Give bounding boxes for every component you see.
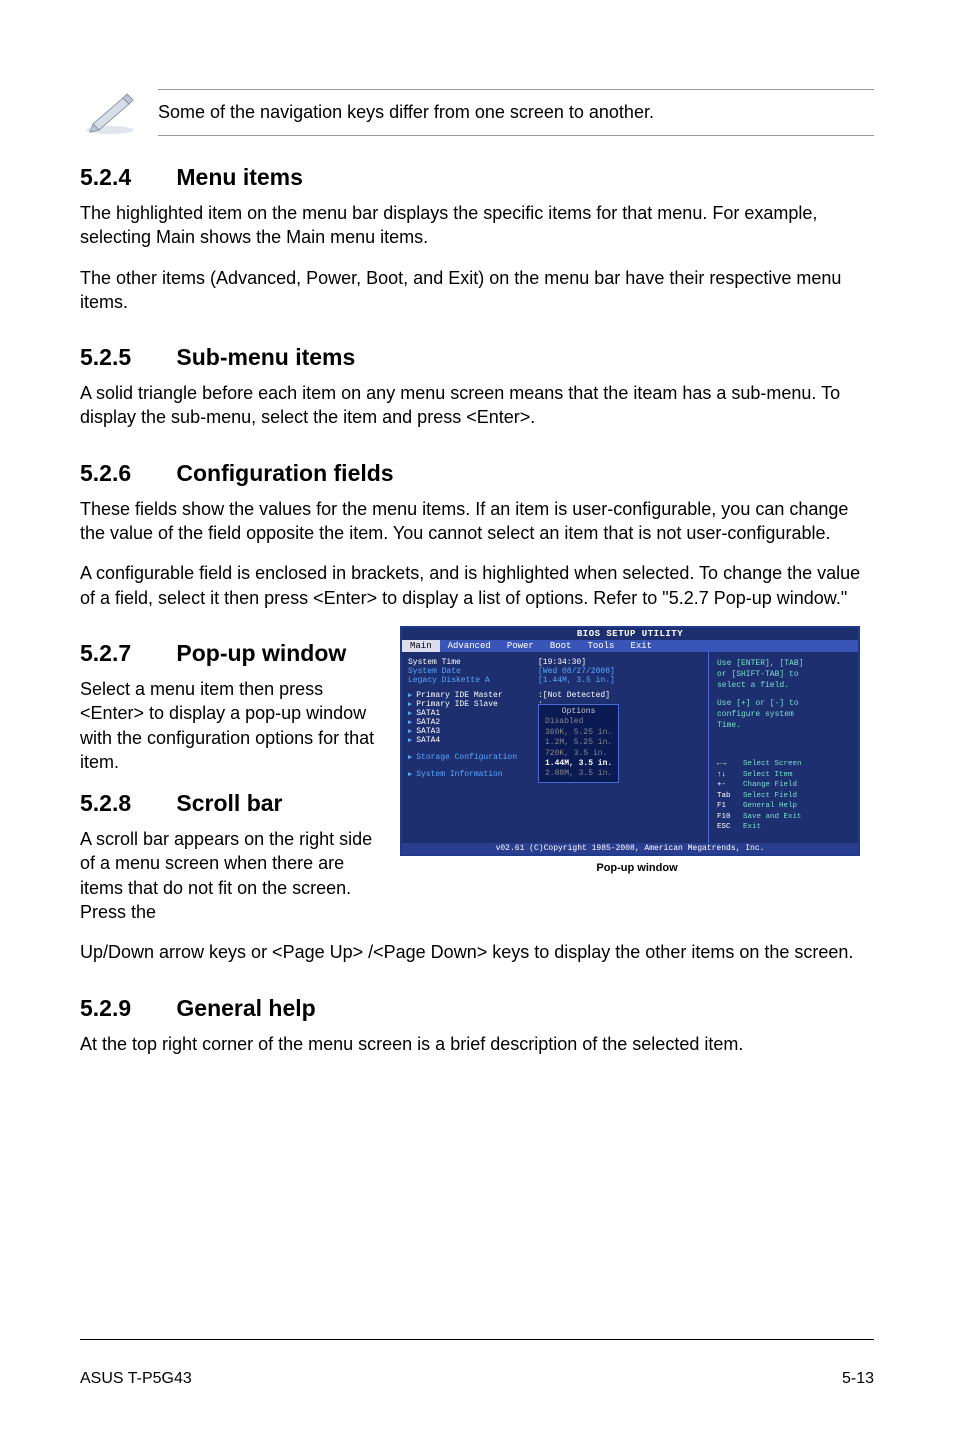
bios-help-line: Use [ENTER], [TAB] [717,658,852,669]
heading-5-2-7: 5.2.7 Pop-up window [80,640,380,667]
bios-popup-window: Options Disabled 360K, 5.25 in. 1.2M, 5.… [538,704,619,783]
heading-5-2-5: 5.2.5 Sub-menu items [80,344,874,371]
bios-help-line: Time. [717,720,852,731]
heading-5-2-4: 5.2.4 Menu items [80,164,874,191]
note-text: Some of the navigation keys differ from … [158,100,874,124]
footer-right: 5-13 [842,1370,874,1388]
paragraph: A solid triangle before each item on any… [80,381,874,430]
key-label: Select Screen [743,760,802,768]
bios-value: [1.44M, 3.5 in.] [538,676,615,685]
bios-value: :[Not Detected] [538,691,610,700]
popup-option: 1.2M, 5.25 in. [545,738,612,748]
popup-option: 720K, 3.5 in. [545,749,612,759]
paragraph: The highlighted item on the menu bar dis… [80,201,874,250]
bios-menu-exit: Exit [622,640,660,652]
popup-header: Options [545,707,612,717]
figure-caption: Pop-up window [400,862,874,874]
bios-label: Primary IDE Master [408,691,538,700]
heading-title: Sub-menu items [176,344,355,370]
heading-title: Menu items [176,164,303,190]
bios-help-line: select a field. [717,680,852,691]
paragraph: Up/Down arrow keys or <Page Up> /<Page D… [80,940,874,964]
bios-label: Storage Configuration [408,753,517,762]
heading-5-2-8: 5.2.8 Scroll bar [80,790,380,817]
heading-title: Configuration fields [176,460,393,486]
key-label: Exit [743,823,761,831]
bios-value: [Wed 08/27/2008] [538,667,615,676]
heading-number: 5.2.5 [80,344,170,371]
bios-title: BIOS SETUP UTILITY [402,628,858,640]
paragraph: A configurable field is enclosed in brac… [80,561,874,610]
note-row: Some of the navigation keys differ from … [80,85,874,140]
bios-help-line: Use [+] or [-] to [717,698,852,709]
popup-option-selected: 1.44M, 3.5 in. [545,759,612,769]
heading-5-2-9: 5.2.9 General help [80,995,874,1022]
heading-title: General help [176,995,315,1021]
key-symbol: ↑↓ [717,770,743,781]
bios-label: Primary IDE Slave [408,700,538,709]
key-symbol: ←→ [717,759,743,770]
heading-number: 5.2.6 [80,460,170,487]
bios-label: SATA3 [408,727,538,736]
pencil-note-icon [80,85,140,140]
paragraph: These fields show the values for the men… [80,497,874,546]
heading-number: 5.2.8 [80,790,170,817]
note-text-container: Some of the navigation keys differ from … [158,89,874,135]
bios-screenshot: BIOS SETUP UTILITY Main Advanced Power B… [400,626,860,856]
heading-title: Pop-up window [176,640,346,666]
key-label: General Help [743,802,797,810]
heading-number: 5.2.9 [80,995,170,1022]
bios-footer: v02.61 (C)Copyright 1985-2008, American … [402,843,858,854]
paragraph: A scroll bar appears on the right side o… [80,827,380,924]
key-symbol: +- [717,780,743,791]
footer-left: ASUS T-P5G43 [80,1370,192,1388]
heading-title: Scroll bar [176,790,282,816]
heading-number: 5.2.4 [80,164,170,191]
key-symbol: Tab [717,791,743,802]
bios-menu-main: Main [402,640,440,652]
bios-label: Legacy Diskette A [408,676,538,685]
bios-help-line: configure system [717,709,852,720]
bios-label: System Time [408,658,538,667]
heading-number: 5.2.7 [80,640,170,667]
popup-option: 2.88M, 3.5 in. [545,769,612,779]
bios-label: SATA4 [408,736,538,745]
page-footer: ASUS T-P5G43 5-13 [80,1339,874,1388]
bios-menu-power: Power [499,640,542,652]
bios-value: [19:34:30] [538,658,586,667]
key-label: Select Item [743,771,793,779]
bios-menu-bar: Main Advanced Power Boot Tools Exit [402,640,858,652]
paragraph: The other items (Advanced, Power, Boot, … [80,266,874,315]
popup-option: 360K, 5.25 in. [545,728,612,738]
key-symbol: F1 [717,801,743,812]
key-symbol: ESC [717,822,743,833]
bios-label: System Information [408,770,503,779]
bios-label: System Date [408,667,538,676]
bios-help-line: or [SHIFT-TAB] to [717,669,852,680]
bios-left-panel: System Time[19:34:30] System Date[Wed 08… [402,652,708,843]
key-label: Select Field [743,792,797,800]
heading-5-2-6: 5.2.6 Configuration fields [80,460,874,487]
key-label: Change Field [743,781,797,789]
paragraph: Select a menu item then press <Enter> to… [80,677,380,774]
key-symbol: F10 [717,812,743,823]
key-label: Save and Exit [743,813,802,821]
bios-label: SATA2 [408,718,538,727]
bios-label: SATA1 [408,709,538,718]
paragraph: At the top right corner of the menu scre… [80,1032,874,1056]
bios-right-panel: Use [ENTER], [TAB] or [SHIFT-TAB] to sel… [708,652,858,843]
popup-option: Disabled [545,717,612,727]
bios-menu-tools: Tools [579,640,622,652]
bios-menu-advanced: Advanced [440,640,499,652]
bios-menu-boot: Boot [542,640,580,652]
